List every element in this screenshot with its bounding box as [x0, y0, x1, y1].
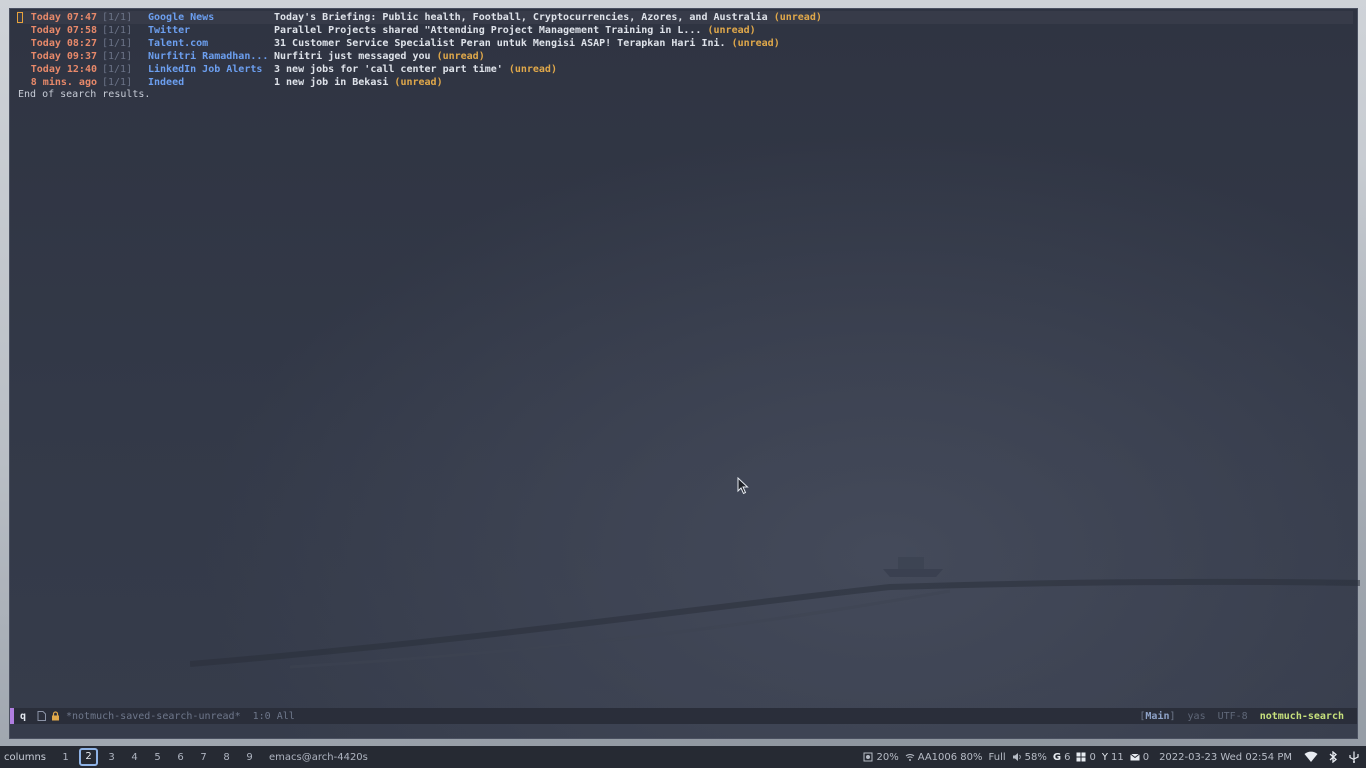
layout-indicator[interactable]: columns	[4, 752, 46, 763]
google-indicator[interactable]: G 6	[1053, 752, 1071, 763]
modeline-workspace[interactable]: [Main]	[1139, 711, 1175, 722]
workspace-5[interactable]: 5	[146, 752, 169, 763]
result-author: LinkedIn Job Alerts	[148, 64, 263, 75]
result-row[interactable]: Today 07:47 [1/1] Google News Today's Br…	[17, 11, 1353, 24]
result-subject: 3 new jobs for 'call center part time' (…	[274, 64, 557, 75]
result-date: Today 07:58	[30, 25, 97, 36]
result-subject: Nurfitri just messaged you (unread)	[274, 51, 485, 62]
result-tag: (unread)	[394, 77, 443, 88]
emacs-modeline: q *notmuch-saved-search-unread* 1:0 All …	[10, 708, 1357, 724]
result-count: [1/1]	[102, 64, 133, 75]
workspace-1[interactable]: 1	[54, 752, 77, 763]
y-icon: Y	[1101, 751, 1108, 763]
result-row[interactable]: 8 mins. ago [1/1] Indeed 1 new job in Be…	[17, 76, 1353, 89]
lock-icon	[50, 711, 60, 721]
wifi-indicator[interactable]: AA1006 80%	[905, 752, 983, 763]
mail-count: 0	[1142, 751, 1150, 763]
result-count: [1/1]	[102, 25, 133, 36]
wifi-value: AA1006 80%	[917, 751, 983, 763]
bluetooth-icon[interactable]	[1328, 751, 1338, 763]
windows-indicator[interactable]: 0	[1076, 751, 1096, 763]
workspace-7[interactable]: 7	[192, 752, 215, 763]
battery-indicator[interactable]: Full	[989, 752, 1006, 763]
text-cursor	[17, 12, 23, 23]
modeline-encoding[interactable]: UTF-8	[1218, 711, 1248, 722]
result-tag: (unread)	[773, 12, 822, 23]
wallpaper-boat	[883, 547, 943, 577]
result-author: Nurfitri Ramadhan...	[148, 51, 269, 62]
mail-icon	[1129, 753, 1140, 761]
modeline-major-mode[interactable]: notmuch-search	[1260, 711, 1344, 722]
result-subject: 31 Customer Service Specialist Peran unt…	[274, 38, 780, 49]
modeline-state: q	[20, 710, 27, 722]
workspace-6[interactable]: 6	[169, 752, 192, 763]
workspace-9[interactable]: 9	[238, 752, 261, 763]
volume-indicator[interactable]: 58%	[1012, 752, 1047, 763]
speaker-icon	[1012, 753, 1021, 761]
workspace-2[interactable]: 2	[79, 748, 99, 766]
battery-value: Full	[988, 751, 1006, 763]
result-tag: (unread)	[731, 38, 780, 49]
result-tag: (unread)	[436, 51, 485, 62]
system-status-bar: columns 1 2 3 4 5 6 7 8 9 emacs@arch-442…	[0, 746, 1366, 768]
emacs-window[interactable]: Today 07:47 [1/1] Google News Today's Br…	[9, 8, 1360, 739]
windows-count: 0	[1089, 751, 1096, 763]
mouse-pointer-icon	[737, 477, 749, 495]
result-tag: (unread)	[707, 25, 756, 36]
clock[interactable]: 2022-03-23 Wed 02:54 PM	[1159, 752, 1292, 763]
google-count: 6	[1064, 751, 1071, 763]
y-count: 11	[1110, 751, 1124, 763]
result-author: Talent.com	[148, 38, 209, 49]
wallpaper-wake	[190, 578, 1360, 669]
result-date: Today 12:40	[30, 64, 97, 75]
workspace-bracket-close: ]	[1169, 710, 1176, 722]
workspace-4[interactable]: 4	[123, 752, 146, 763]
modeline-right-segment: [Main] yas UTF-8 notmuch-search	[1139, 711, 1357, 722]
result-subject: Parallel Projects shared "Attending Proj…	[274, 25, 756, 36]
result-author: Google News	[148, 12, 215, 23]
brightness-icon	[863, 752, 873, 762]
result-date: Today 09:37	[30, 51, 97, 62]
system-tray: 20% AA1006 80% Full 58% G 6 0 Y 11 0 202…	[863, 751, 1366, 763]
search-results-list: Today 07:47 [1/1] Google News Today's Br…	[17, 11, 1353, 89]
google-icon: G	[1052, 751, 1062, 763]
result-date: 8 mins. ago	[30, 77, 97, 88]
workspace-name: Main	[1145, 710, 1170, 722]
volume-value: 58%	[1024, 751, 1047, 763]
modeline-buffer-name[interactable]: *notmuch-saved-search-unread*	[66, 711, 241, 722]
windows-icon	[1076, 752, 1086, 762]
brightness-value: 20%	[876, 751, 899, 763]
wifi-tray-icon[interactable]	[1304, 751, 1318, 763]
result-subject: 1 new job in Bekasi (unread)	[274, 77, 443, 88]
wifi-icon	[905, 754, 915, 761]
result-row[interactable]: Today 07:58 [1/1] Twitter Parallel Proje…	[17, 24, 1353, 37]
result-date: Today 07:47	[30, 12, 97, 23]
result-subject: Today's Briefing: Public health, Footbal…	[274, 12, 822, 23]
workspace-3[interactable]: 3	[100, 752, 123, 763]
result-count: [1/1]	[102, 12, 133, 23]
file-icon	[36, 711, 46, 721]
usb-icon[interactable]	[1348, 751, 1360, 763]
focused-window-title: emacs@arch-4420s	[269, 751, 368, 763]
end-of-results-note: End of search results.	[18, 89, 151, 100]
mail-indicator[interactable]: 0	[1129, 751, 1150, 763]
result-row[interactable]: Today 09:37 [1/1] Nurfitri Ramadhan... N…	[17, 50, 1353, 63]
result-author: Twitter	[148, 25, 191, 36]
result-count: [1/1]	[102, 51, 133, 62]
brightness-indicator[interactable]: 20%	[863, 751, 899, 763]
result-count: [1/1]	[102, 77, 133, 88]
result-date: Today 08:27	[30, 38, 97, 49]
result-tag: (unread)	[508, 64, 557, 75]
result-row[interactable]: Today 12:40 [1/1] LinkedIn Job Alerts 3 …	[17, 63, 1353, 76]
result-row[interactable]: Today 08:27 [1/1] Talent.com 31 Customer…	[17, 37, 1353, 50]
modeline-accent-bar	[10, 708, 14, 724]
result-count: [1/1]	[102, 38, 133, 49]
modeline-position: 1:0 All	[252, 710, 295, 722]
workspace-8[interactable]: 8	[215, 752, 238, 763]
result-author: Indeed	[148, 77, 185, 88]
y-indicator[interactable]: Y 11	[1102, 752, 1124, 763]
modeline-yas: yas	[1187, 710, 1206, 722]
